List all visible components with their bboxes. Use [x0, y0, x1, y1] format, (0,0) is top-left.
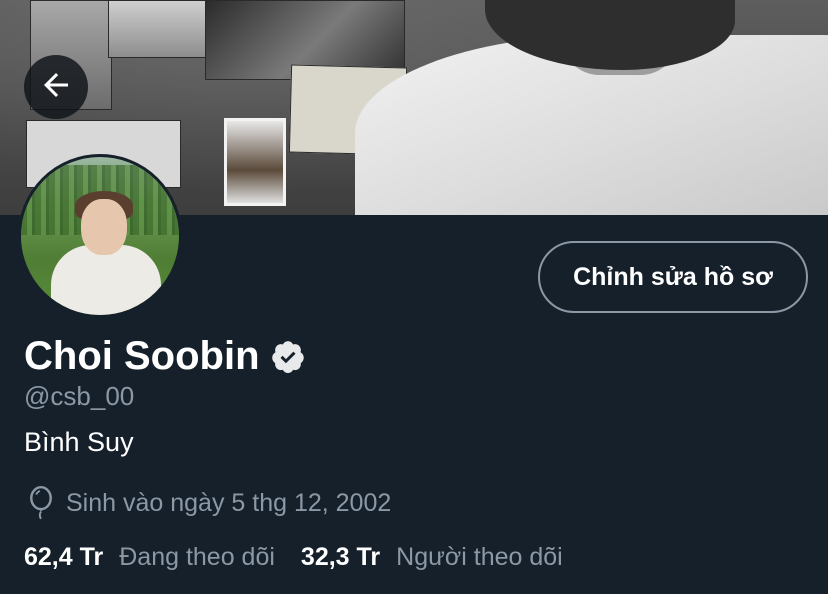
display-name: Choi Soobin [24, 334, 260, 378]
profile-handle: @csb_00 [24, 381, 135, 411]
profile-name-row: Choi Soobin [24, 334, 306, 379]
followers-stat[interactable]: 32,3 Tr Người theo dõi [301, 543, 563, 572]
following-label: Đang theo dõi [119, 543, 275, 571]
back-button[interactable] [24, 55, 88, 119]
banner-poster [224, 118, 286, 206]
followers-label: Người theo dõi [396, 543, 563, 571]
birth-date-row: Sinh vào ngày 5 thg 12, 2002 [26, 486, 391, 520]
birth-date-text: Sinh vào ngày 5 thg 12, 2002 [66, 488, 392, 517]
balloon-icon [26, 486, 56, 520]
following-stat[interactable]: 62,4 Tr Đang theo dõi [24, 543, 275, 572]
verified-badge-icon[interactable] [270, 339, 306, 375]
followers-count: 32,3 Tr [300, 543, 381, 571]
avatar[interactable] [18, 154, 182, 318]
following-count: 62,4 Tr [24, 543, 104, 571]
follow-stats: 62,4 Tr Đang theo dõi 32,3 Tr Người theo d… [24, 543, 563, 572]
edit-profile-button[interactable]: Chỉnh sửa hồ sơ [538, 241, 808, 313]
profile-bio: Bình Suy [24, 427, 134, 457]
arrow-left-icon [38, 67, 74, 108]
